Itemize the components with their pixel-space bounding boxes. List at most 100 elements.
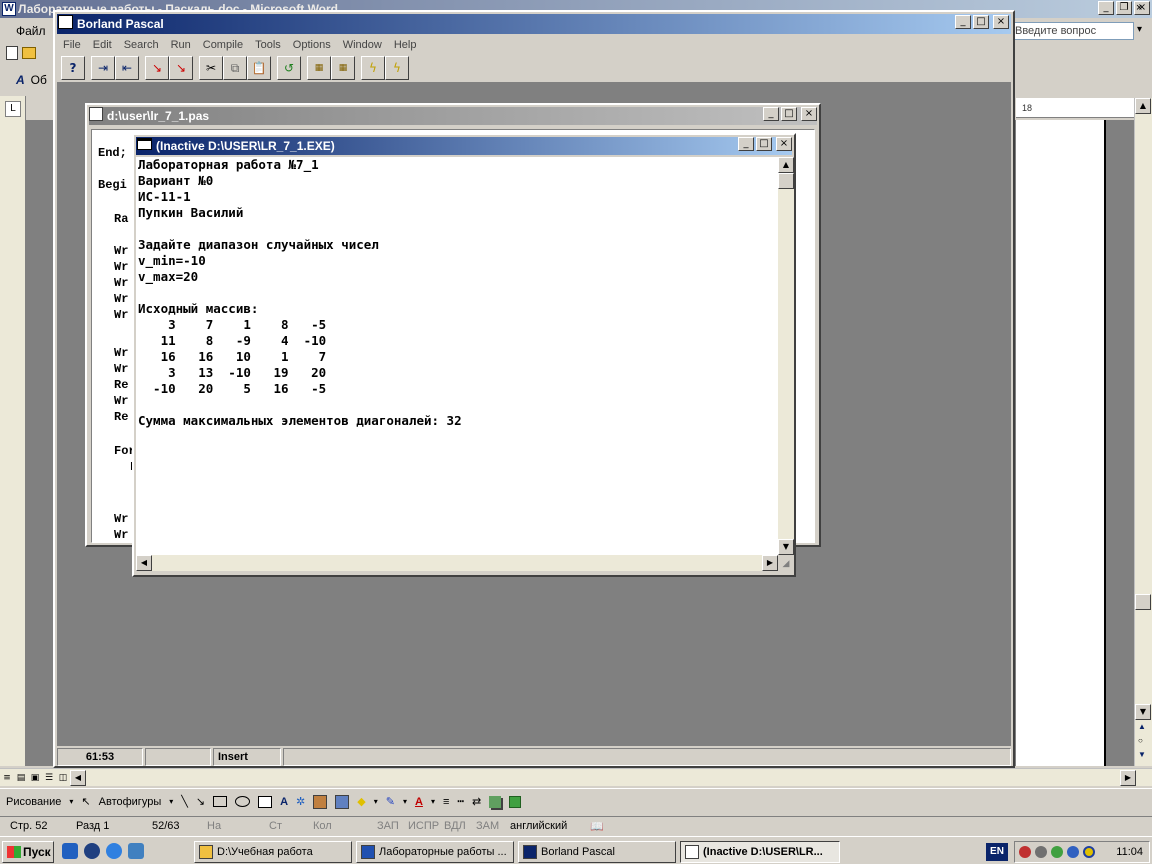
show-desktop-icon[interactable] [62, 843, 78, 859]
dash-style-icon[interactable]: ┅ [457, 795, 464, 808]
scroll-right-icon[interactable]: ▶ [1120, 769, 1136, 786]
console-scroll-left-icon[interactable]: ◀ [136, 555, 152, 571]
console-minimize-button[interactable]: _ [738, 137, 754, 151]
ask-dropdown-icon[interactable]: ▾ [1137, 24, 1142, 35]
oval-tool-icon[interactable] [235, 796, 251, 807]
internet-explorer-icon[interactable] [106, 843, 122, 859]
scroll-thumb[interactable] [1135, 594, 1151, 610]
word-hscroll-track[interactable] [86, 770, 1120, 786]
bp-close-button[interactable]: × [993, 15, 1009, 29]
make-icon[interactable]: ▦ [331, 56, 355, 80]
browse-object-icon[interactable]: ○ [1138, 736, 1143, 745]
tray-icon[interactable] [1067, 846, 1079, 858]
antivirus-tray-icon[interactable] [1019, 846, 1031, 858]
drawing-dropdown-icon[interactable]: ▾ [69, 797, 73, 806]
drawing-menu[interactable]: Рисование [6, 796, 61, 808]
console-scroll-right-icon[interactable]: ▶ [762, 555, 778, 571]
scroll-down-icon[interactable]: ▼ [1135, 704, 1151, 720]
task-explorer[interactable]: D:\Учебная работа [194, 841, 352, 863]
language-indicator[interactable]: EN [986, 843, 1008, 861]
line-color-icon[interactable]: ✎ [386, 795, 395, 808]
bp-menu-help[interactable]: Help [388, 36, 423, 54]
bp-menu-options[interactable]: Options [287, 36, 337, 54]
undo-icon[interactable]: ↺ [277, 56, 301, 80]
select-pointer-icon[interactable]: ↖ [81, 795, 90, 808]
new-doc-icon[interactable] [6, 46, 18, 60]
help-icon[interactable]: ? [61, 56, 85, 80]
console-scroll-up-icon[interactable]: ▲ [778, 157, 794, 173]
task-borland-pascal[interactable]: Borland Pascal [518, 841, 676, 863]
status-language[interactable]: английский [510, 820, 567, 832]
fill-color-icon[interactable]: ◆ [357, 795, 365, 808]
line-tool-icon[interactable]: ╲ [181, 795, 188, 808]
bp-maximize-button[interactable]: □ [973, 15, 989, 29]
spelling-status-icon[interactable]: 📖 [590, 820, 604, 833]
console-horizontal-scrollbar[interactable]: ◀ ▶ [136, 555, 778, 571]
next-page-icon[interactable]: ▼ [1138, 750, 1146, 759]
run-to-cursor-icon[interactable]: ↘ [145, 56, 169, 80]
font-color-dropdown-icon[interactable]: ▾ [431, 797, 435, 806]
network-tray-icon[interactable] [1051, 846, 1063, 858]
rectangle-tool-icon[interactable] [213, 796, 228, 807]
compile-icon[interactable]: ▦ [307, 56, 331, 80]
task-word[interactable]: Лабораторные работы ... [356, 841, 514, 863]
line-style-icon[interactable]: ≡ [443, 796, 449, 808]
scroll-up-icon[interactable]: ▲ [1135, 98, 1151, 114]
word-maximize-button[interactable]: ❐ [1116, 1, 1132, 15]
open-folder-icon[interactable] [22, 47, 36, 59]
arrow-tool-icon[interactable]: ↘ [196, 795, 205, 808]
word-vertical-scrollbar[interactable]: ▲ ▼ ▲ ○ ▼ [1134, 98, 1152, 766]
line-color-dropdown-icon[interactable]: ▾ [403, 797, 407, 806]
bp-menu-tools[interactable]: Tools [249, 36, 287, 54]
bp-minimize-button[interactable]: _ [955, 15, 971, 29]
autoshapes-dropdown-icon[interactable]: ▾ [169, 797, 173, 806]
picture-icon[interactable] [335, 794, 350, 809]
clipart-icon[interactable] [313, 794, 328, 809]
status-ovr[interactable]: ЗАМ [476, 820, 499, 832]
bp-menu-window[interactable]: Window [337, 36, 388, 54]
console-scroll-thumb[interactable] [778, 173, 794, 189]
outline-view-icon[interactable]: ☰ [42, 771, 56, 785]
styles-icon[interactable]: A [16, 73, 25, 87]
go-to-cursor-icon[interactable]: ↘ [169, 56, 193, 80]
paste-icon[interactable]: 📋 [247, 56, 271, 80]
console-title-bar[interactable]: (Inactive D:\USER\LR_7_1.EXE) [136, 137, 792, 155]
style-box[interactable]: Об [31, 73, 47, 87]
status-rec[interactable]: ЗАП [377, 820, 399, 832]
console-resize-grip-icon[interactable]: ◢ [778, 555, 794, 571]
editor-minimize-button[interactable]: _ [763, 107, 779, 121]
bp-menu-file[interactable]: File [57, 36, 87, 54]
copy-icon[interactable]: ⧉ [223, 56, 247, 80]
bp-menu-search[interactable]: Search [118, 36, 165, 54]
tray-icon[interactable] [1035, 846, 1047, 858]
cut-icon[interactable]: ✂ [199, 56, 223, 80]
editor-close-button[interactable]: × [801, 107, 817, 121]
status-trk[interactable]: ИСПР [408, 820, 439, 832]
word-minimize-button[interactable]: _ [1098, 1, 1114, 15]
run-debug-icon[interactable]: ϟ [385, 56, 409, 80]
normal-view-icon[interactable]: ≡ [0, 771, 14, 785]
wordart-icon[interactable]: A [280, 796, 288, 808]
tab-stop-selector[interactable]: L [5, 101, 21, 117]
reading-view-icon[interactable]: ◫ [56, 771, 70, 785]
bp-title-bar[interactable]: Borland Pascal [57, 14, 1011, 34]
console-vertical-scrollbar[interactable]: ▲ ▼ [778, 157, 794, 555]
autoshapes-menu[interactable]: Автофигуры [99, 796, 162, 808]
editor-maximize-button[interactable]: □ [781, 107, 797, 121]
tray-icon[interactable] [1083, 846, 1095, 858]
scroll-left-icon[interactable]: ◀ [70, 769, 86, 786]
console-close-button[interactable]: × [776, 137, 792, 151]
console-maximize-button[interactable]: □ [756, 137, 772, 151]
media-player-icon[interactable] [84, 843, 100, 859]
diagram-icon[interactable]: ✲ [296, 795, 305, 808]
status-ext[interactable]: ВДЛ [444, 820, 466, 832]
editor-title-bar[interactable]: d:\user\lr_7_1.pas [89, 107, 817, 125]
clock[interactable]: 11:04 [1116, 846, 1143, 858]
bp-menu-edit[interactable]: Edit [87, 36, 118, 54]
step-over-icon[interactable]: ⇥ [91, 56, 115, 80]
prev-page-icon[interactable]: ▲ [1138, 722, 1146, 731]
font-color-icon[interactable]: A [415, 796, 423, 808]
run-icon[interactable]: ϟ [361, 56, 385, 80]
start-button[interactable]: Пуск [2, 841, 54, 863]
word-menu-file[interactable]: Файл [16, 24, 46, 38]
